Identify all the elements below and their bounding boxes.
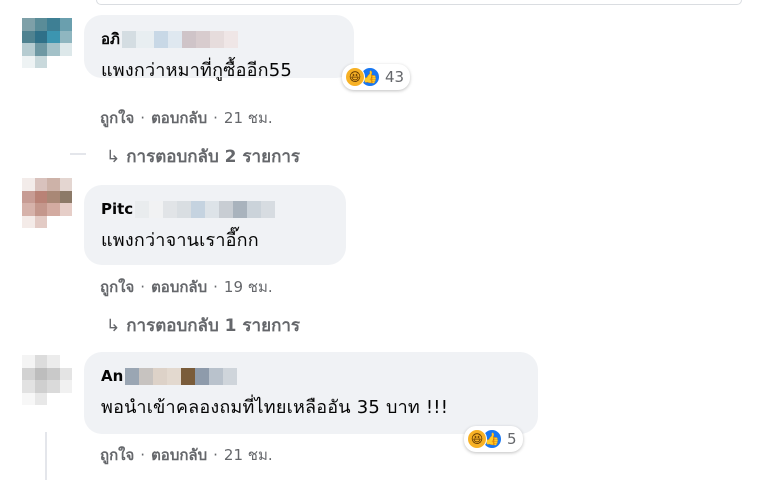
blurred-name (121, 30, 238, 48)
timestamp[interactable]: 19 ชม. (224, 278, 273, 296)
reply-button[interactable]: ตอบกลับ (151, 446, 207, 464)
view-replies-link[interactable]: ↳ การตอบกลับ 2 รายการ (106, 143, 300, 170)
reply-arrow-icon: ↳ (106, 316, 121, 336)
reaction-summary[interactable]: 😆 👍 5 (464, 426, 523, 452)
like-button[interactable]: ถูกใจ (100, 109, 134, 127)
reply-button[interactable]: ตอบกลับ (151, 278, 207, 296)
reaction-summary[interactable]: 😆 👍 43 (342, 64, 411, 90)
author-name[interactable]: An (101, 367, 123, 385)
reaction-count: 5 (507, 430, 517, 448)
timestamp[interactable]: 21 ชม. (224, 109, 273, 127)
reaction-count: 43 (385, 68, 405, 86)
comment-author[interactable]: อภิ (101, 29, 338, 49)
replies-label: การตอบกลับ 2 รายการ (126, 147, 301, 167)
comment-actions: ถูกใจ · ตอบกลับ · 21 ชม. (100, 106, 273, 130)
reply-arrow-icon: ↳ (106, 147, 121, 167)
comment-bubble: Pitc แพงกว่าจานเราอี๊กก (84, 185, 346, 265)
separator: · (213, 278, 218, 296)
separator: · (140, 109, 146, 127)
separator: · (213, 446, 218, 464)
avatar[interactable] (22, 355, 72, 405)
blurred-name (125, 367, 238, 385)
separator: · (213, 109, 218, 127)
reply-button[interactable]: ตอบกลับ (151, 109, 207, 127)
separator: · (140, 278, 146, 296)
author-name[interactable]: Pitc (101, 200, 133, 218)
comment-text: แพงกว่าจานเราอี๊กก (101, 230, 259, 251)
comment-text: พอนำเข้าคลองถมที่ไทยเหลืออัน 35 บาท !!! (101, 397, 449, 418)
like-button[interactable]: ถูกใจ (100, 446, 134, 464)
comment-bubble: อภิ แพงกว่าหมาที่กูซื้ออีก55 (84, 15, 354, 81)
timestamp[interactable]: 21 ชม. (224, 446, 273, 464)
haha-icon: 😆 (467, 429, 487, 449)
view-replies-link[interactable]: ↳ การตอบกลับ 1 รายการ (106, 312, 300, 339)
like-button[interactable]: ถูกใจ (100, 278, 134, 296)
author-name[interactable]: อภิ (101, 27, 120, 51)
avatar[interactable] (22, 178, 72, 228)
avatar[interactable] (22, 18, 72, 68)
previous-comment-bottom-border (96, 0, 742, 5)
thread-connector (70, 153, 86, 155)
comment-author[interactable]: Pitc (101, 199, 330, 219)
replies-label: การตอบกลับ 1 รายการ (126, 316, 301, 336)
comment-bubble: An พอนำเข้าคลองถมที่ไทยเหลืออัน 35 บาท !… (84, 352, 538, 434)
comment-author[interactable]: An (101, 366, 522, 386)
comment-actions: ถูกใจ · ตอบกลับ · 21 ชม. (100, 443, 273, 467)
blurred-name (135, 200, 276, 218)
haha-icon: 😆 (345, 67, 365, 87)
thread-line (45, 432, 47, 480)
comment-text: แพงกว่าหมาที่กูซื้ออีก55 (101, 60, 293, 81)
comment-actions: ถูกใจ · ตอบกลับ · 19 ชม. (100, 275, 273, 299)
separator: · (140, 446, 146, 464)
